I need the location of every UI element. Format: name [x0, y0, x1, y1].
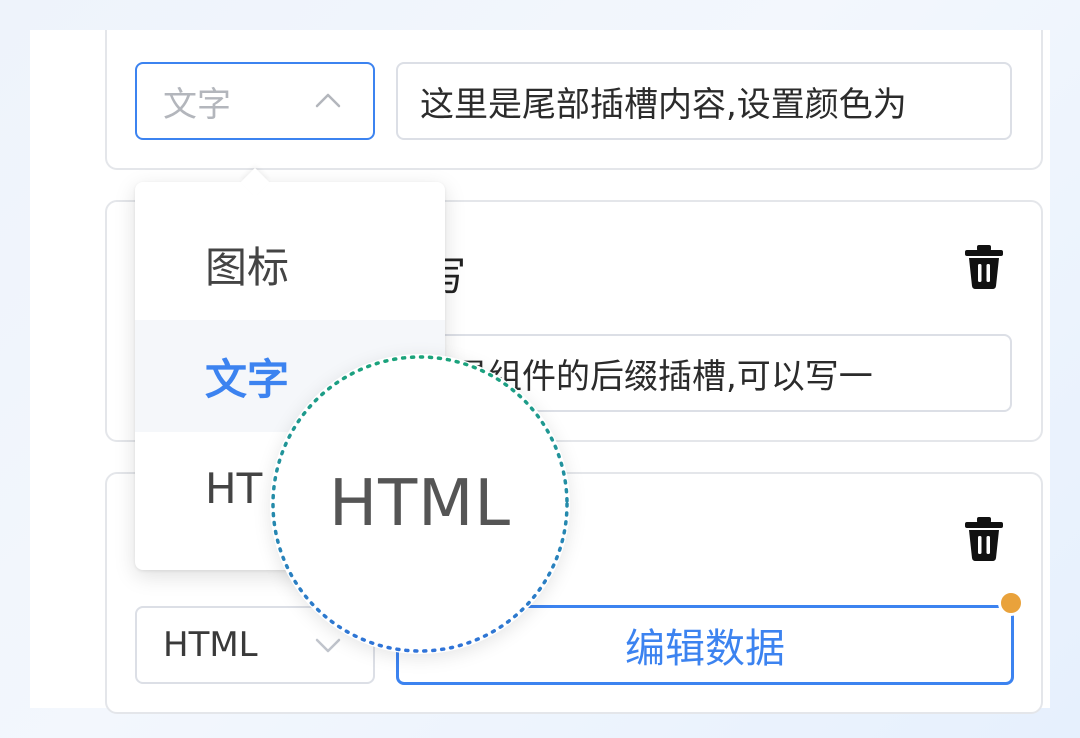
dropdown-option-label: HT [205, 463, 263, 513]
trash-icon[interactable] [964, 244, 1004, 290]
dropdown-arrow [240, 167, 270, 197]
edit-data-label: 编辑数据 [625, 626, 785, 672]
magnifier-callout: HTML [270, 354, 570, 654]
tail-slot-content-value: 这里是尾部插槽内容,设置颜色为 [420, 84, 907, 125]
dropdown-option-label: 图标 [205, 242, 290, 292]
chevron-up-icon [315, 93, 341, 108]
status-dot [998, 590, 1024, 616]
tail-slot-content-input[interactable]: 这里是尾部插槽内容,设置颜色为 [396, 62, 1012, 140]
trash-icon[interactable] [964, 516, 1004, 562]
type-select-value: 文字 [163, 84, 231, 125]
type-select-value: HTML [163, 625, 258, 665]
dropdown-option-icon[interactable]: 图标 [135, 208, 445, 320]
type-select-tail[interactable]: 文字 [135, 62, 375, 140]
magnifier-text: HTML [328, 467, 512, 541]
settings-panel: 文字 这里是尾部插槽内容,设置颜色为 写 里是组件的后缀插槽,可以写一 HTML… [30, 30, 1050, 714]
